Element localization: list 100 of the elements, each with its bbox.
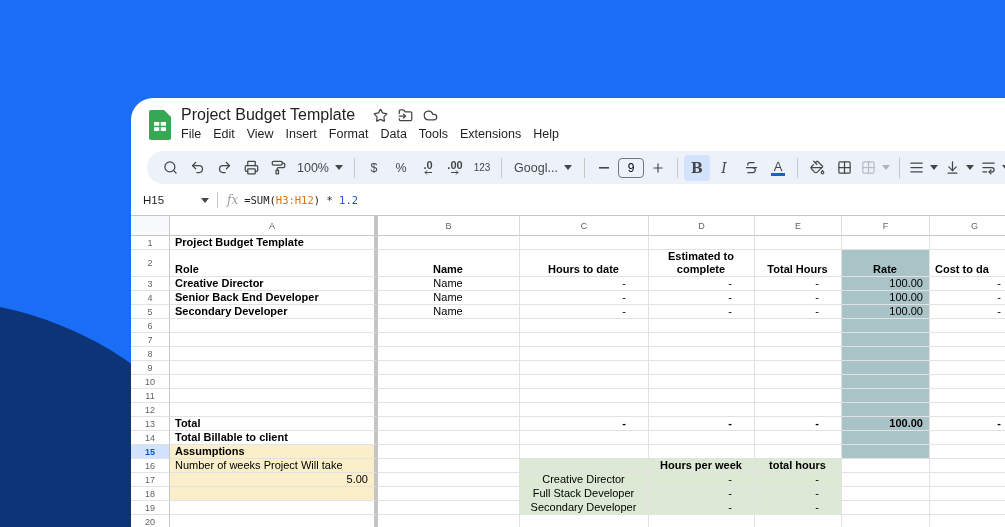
search-icon	[162, 160, 178, 175]
table-cell: -	[649, 473, 755, 487]
row-header[interactable]: 10	[131, 375, 170, 389]
percent-button[interactable]: %	[388, 154, 414, 181]
menu-item[interactable]: Edit	[207, 126, 241, 142]
table-cell: Hours per week	[649, 459, 755, 473]
arrow-down-icon	[945, 160, 960, 175]
column-header[interactable]: B	[378, 216, 520, 236]
table-cell: Name	[378, 305, 520, 319]
table-cell: -	[755, 291, 842, 305]
row-header[interactable]: 16	[131, 459, 170, 473]
row-header[interactable]: 3	[131, 277, 170, 291]
table-cell: -	[755, 305, 842, 319]
menu-item[interactable]: Insert	[279, 126, 323, 142]
menu-item[interactable]: Tools	[412, 126, 455, 142]
bold-button[interactable]: B	[684, 154, 710, 181]
row-header[interactable]: 11	[131, 389, 170, 403]
row-header[interactable]: 7	[131, 333, 170, 347]
menu-item[interactable]: Extensions	[454, 126, 528, 142]
table-cell: 100.00	[842, 291, 930, 305]
table-cell: Total Billable to client	[170, 431, 378, 445]
menu-item[interactable]: View	[240, 126, 280, 142]
formula-field[interactable]: =SUM(H3:H12) * 1.2	[244, 194, 359, 206]
row-header[interactable]: 9	[131, 361, 170, 375]
table-cell: Creative Director	[520, 473, 649, 487]
column-header[interactable]: E	[755, 216, 842, 236]
column-header[interactable]: F	[842, 216, 930, 236]
zoom-dropdown[interactable]: 100%	[292, 154, 348, 181]
table-cell: -	[520, 291, 649, 305]
column-header[interactable]: D	[649, 216, 755, 236]
table-cell: Creative Director	[170, 277, 378, 291]
column-header[interactable]: A	[170, 216, 378, 236]
table-cell: 100.00	[842, 305, 930, 319]
table-cell: -	[755, 487, 842, 501]
star-icon[interactable]	[373, 107, 389, 123]
table-cell: -	[649, 277, 755, 291]
row-header[interactable]: 14	[131, 431, 170, 445]
caret-icon	[930, 165, 938, 170]
right-arrow-icon	[451, 169, 459, 175]
table-cell: -	[520, 305, 649, 319]
cloud-icon[interactable]	[423, 107, 439, 123]
row-header[interactable]: 1	[131, 236, 170, 250]
table-cell: Full Stack Developer	[520, 487, 649, 501]
spreadsheet-logo-icon	[149, 110, 171, 140]
wrap-text-icon	[981, 160, 996, 175]
increase-decimals-button[interactable]: .00	[442, 154, 468, 181]
menu-item[interactable]: File	[175, 126, 208, 142]
table-cell: Hours to date	[520, 250, 649, 277]
table-cell: Estimated to complete	[649, 250, 755, 277]
table-cell: 5.00	[170, 473, 378, 487]
printer-icon	[243, 160, 259, 175]
currency-button[interactable]: $	[361, 154, 387, 181]
table-cell: -	[755, 277, 842, 291]
folder-icon[interactable]	[398, 107, 414, 123]
menu-item[interactable]: Data	[374, 126, 413, 142]
table-cell: Total Hours	[755, 250, 842, 277]
table-cell: Name	[378, 291, 520, 305]
table-cell: Rate	[842, 250, 930, 277]
table-cell: Role	[170, 250, 378, 277]
table-cell: Name	[378, 250, 520, 277]
menu-item[interactable]: Help	[527, 126, 565, 142]
left-arrow-icon	[424, 169, 432, 175]
name-box[interactable]: H15	[131, 194, 217, 206]
decrease-decimals-button[interactable]: .0	[415, 154, 441, 181]
menu-item[interactable]: Format	[322, 126, 375, 142]
table-cell: -	[649, 417, 755, 431]
table-cell: Senior Back End Developer	[170, 291, 378, 305]
row-header[interactable]: 18	[131, 487, 170, 501]
row-header[interactable]: 15	[131, 445, 170, 459]
row-header[interactable]: 13	[131, 417, 170, 431]
font-size-field[interactable]: 9	[618, 157, 644, 178]
row-header[interactable]: 17	[131, 473, 170, 487]
table-cell: -	[649, 305, 755, 319]
row-header[interactable]: 5	[131, 305, 170, 319]
table-cell: Name	[378, 277, 520, 291]
minus-icon	[599, 166, 609, 169]
number-format-button[interactable]: 123	[469, 154, 495, 181]
caret-icon	[966, 165, 974, 170]
row-header[interactable]: 4	[131, 291, 170, 305]
redo-icon	[216, 160, 232, 175]
row-header[interactable]: 6	[131, 319, 170, 333]
table-cell: total hours	[755, 459, 842, 473]
merge-cells-icon	[861, 160, 876, 175]
row-header[interactable]: 8	[131, 347, 170, 361]
table-cell: Secondary Developer	[520, 501, 649, 515]
text-color-button[interactable]: A	[765, 154, 791, 181]
table-cell: -	[520, 417, 649, 431]
table-cell: -	[755, 501, 842, 515]
table-cell: Total	[170, 417, 378, 431]
italic-button[interactable]: I	[711, 154, 737, 181]
row-header[interactable]: 2	[131, 250, 170, 277]
table-cell: -	[755, 417, 842, 431]
paint-roller-icon	[270, 160, 286, 175]
table-cell: -	[649, 501, 755, 515]
document-title[interactable]: Project Budget Template	[181, 106, 356, 124]
caret-icon	[563, 165, 572, 170]
font-dropdown[interactable]: Googl...	[508, 154, 578, 181]
column-header[interactable]: C	[520, 216, 649, 236]
row-header[interactable]: 12	[131, 403, 170, 417]
row-header[interactable]: 19	[131, 501, 170, 515]
